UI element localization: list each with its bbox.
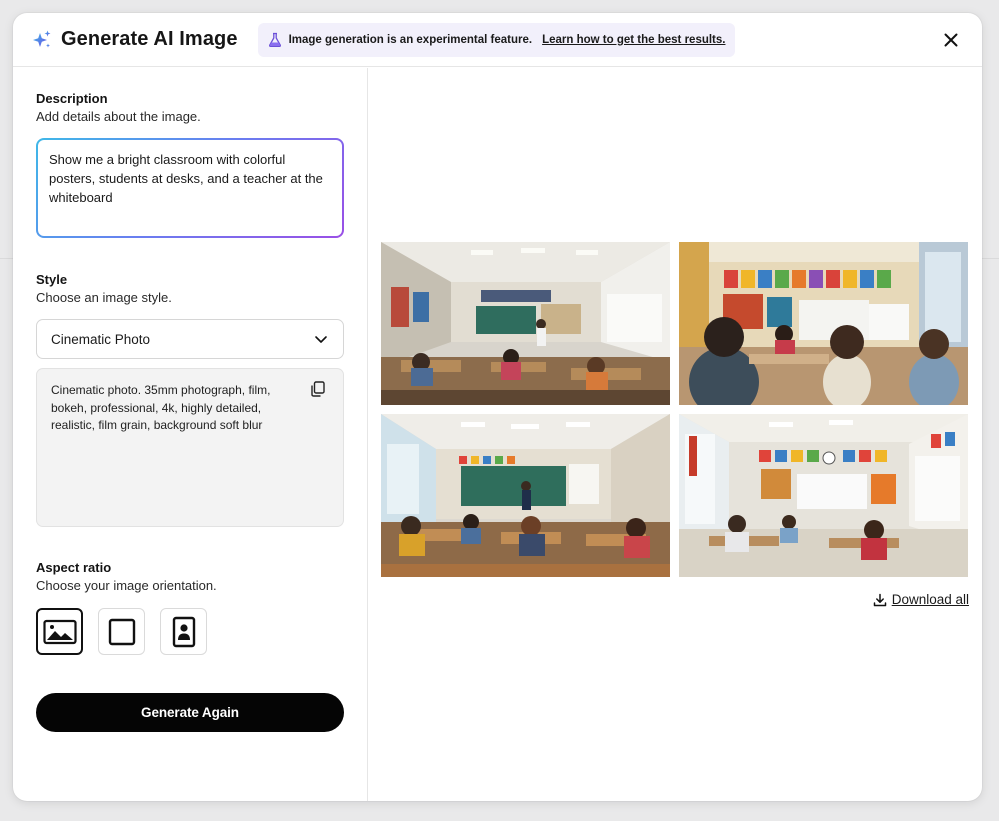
description-section: Description Add details about the image. [36, 91, 344, 124]
style-hint: Choose an image style. [36, 290, 172, 305]
settings-panel: Description Add details about the image.… [13, 68, 368, 801]
dialog-title: Generate AI Image [61, 28, 238, 50]
description-label: Description [36, 91, 108, 106]
style-label: Style [36, 272, 68, 287]
landscape-ratio-button[interactable] [36, 608, 83, 655]
banner-message: Image generation is an experimental feat… [288, 33, 533, 46]
close-button[interactable] [940, 29, 962, 51]
square-ratio-button[interactable] [98, 608, 145, 655]
download-icon [873, 593, 886, 606]
description-hint: Add details about the image. [36, 109, 201, 124]
generate-again-button[interactable]: Generate Again [36, 693, 344, 732]
style-select[interactable]: Cinematic Photo [36, 319, 344, 359]
banner-learn-link[interactable]: Learn how to get the best results. [542, 34, 725, 46]
landscape-icon [42, 619, 77, 644]
flask-icon [267, 32, 283, 48]
download-all-link[interactable]: Download all [873, 592, 969, 607]
experimental-banner: Image generation is an experimental feat… [257, 22, 736, 57]
portrait-icon [172, 616, 195, 647]
portrait-ratio-button[interactable] [160, 608, 207, 655]
aspect-ratio-label: Aspect ratio [36, 560, 112, 575]
style-prompt-box: Cinematic photo. 35mm photograph, film, … [36, 368, 344, 527]
results-grid [381, 242, 968, 577]
copy-icon[interactable] [309, 380, 327, 398]
style-section: Style Choose an image style. [36, 272, 344, 305]
results-panel: Download all [368, 68, 982, 801]
description-text[interactable]: Show me a bright classroom with colorful… [38, 140, 342, 236]
chevron-down-icon [313, 331, 329, 347]
square-icon [108, 618, 135, 645]
style-selected-value: Cinematic Photo [51, 331, 151, 347]
result-image-3[interactable] [381, 414, 670, 577]
result-image-1[interactable] [381, 242, 670, 405]
aspect-ratio-section: Aspect ratio Choose your image orientati… [36, 560, 344, 593]
generate-image-dialog: Generate AI Image Image generation is an… [13, 13, 982, 801]
description-textarea[interactable]: Show me a bright classroom with colorful… [36, 138, 344, 238]
close-icon [944, 33, 958, 47]
download-all-label: Download all [891, 592, 969, 607]
result-image-4[interactable] [679, 414, 968, 577]
aspect-ratio-options [36, 608, 207, 655]
sparkle-icon [31, 29, 53, 51]
result-image-2[interactable] [679, 242, 968, 405]
style-prompt-text: Cinematic photo. 35mm photograph, film, … [51, 383, 271, 432]
dialog-header: Generate AI Image Image generation is an… [13, 13, 982, 67]
aspect-ratio-hint: Choose your image orientation. [36, 578, 217, 593]
